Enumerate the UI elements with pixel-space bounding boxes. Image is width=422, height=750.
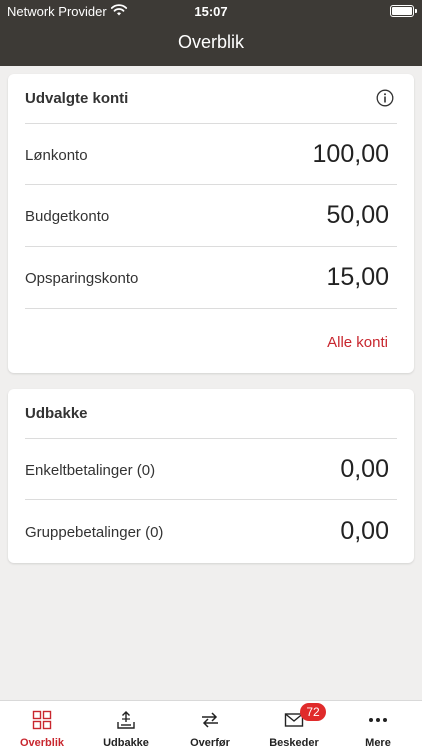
tab-overblik[interactable]: Overblik: [0, 701, 84, 750]
divider: [25, 438, 397, 439]
account-name: Lønkonto: [25, 147, 88, 164]
card-title: Udvalgte konti: [25, 90, 129, 107]
tab-label: Mere: [365, 737, 391, 749]
more-dots-icon: [369, 718, 387, 722]
tab-label: Beskeder: [269, 737, 319, 749]
divider: [25, 308, 397, 309]
outbox-row-amount: 0,00: [340, 455, 389, 483]
outbox-row-amount: 0,00: [340, 517, 389, 545]
account-balance: 15,00: [326, 263, 389, 291]
selected-accounts-card: Udvalgte konti Lønkonto 100,00 Budgetkon…: [8, 74, 414, 373]
battery-icon: [390, 5, 417, 17]
clock: 15:07: [194, 4, 228, 19]
account-name: Budgetkonto: [25, 208, 110, 225]
account-balance: 100,00: [312, 140, 389, 168]
tab-udbakke[interactable]: Udbakke: [84, 701, 168, 750]
tab-label: Udbakke: [103, 737, 149, 749]
tab-mere[interactable]: Mere: [336, 701, 420, 750]
divider: [25, 499, 397, 500]
outbox-row-label: Enkeltbetalinger (0): [25, 462, 156, 479]
tab-overfor[interactable]: Overfør: [168, 701, 252, 750]
divider: [25, 246, 397, 247]
status-bar: Network Provider 15:07: [0, 0, 422, 22]
top-bar: Network Provider 15:07 Overblik: [0, 0, 422, 66]
card-title: Udbakke: [25, 405, 88, 422]
transfer-arrows-icon: [202, 712, 218, 728]
grid-icon: [32, 710, 52, 730]
outbox-row-label: Gruppebetalinger (0): [25, 524, 164, 541]
tab-label: Overfør: [190, 737, 230, 749]
page-title: Overblik: [177, 32, 244, 52]
tab-bar: Overblik Udbakke Overfør 72 Beskeder Mer…: [0, 700, 422, 750]
all-accounts-link[interactable]: Alle konti: [327, 334, 388, 351]
outbox-tray-icon: [117, 711, 135, 729]
divider: [25, 123, 397, 124]
unread-badge: 72: [300, 703, 326, 721]
account-balance: 50,00: [326, 201, 389, 229]
tab-beskeder[interactable]: 72 Beskeder: [252, 701, 336, 750]
info-icon[interactable]: [376, 89, 394, 107]
divider: [25, 184, 397, 185]
tab-label: Overblik: [19, 737, 65, 749]
account-name: Opsparingskonto: [25, 270, 139, 287]
outbox-card: Udbakke Enkeltbetalinger (0) 0,00 Gruppe…: [8, 389, 414, 563]
